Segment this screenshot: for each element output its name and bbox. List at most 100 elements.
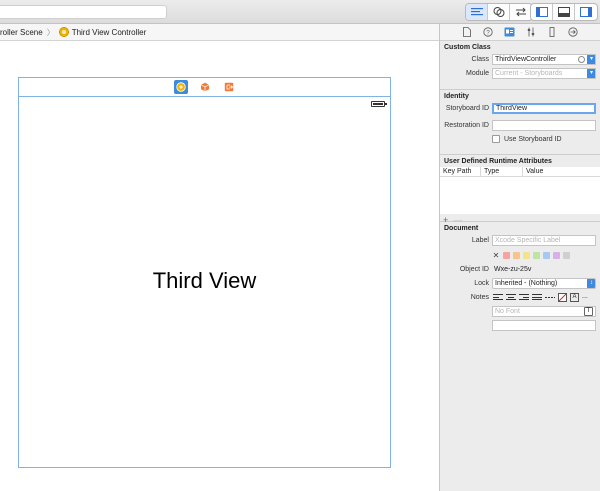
window-toolbar [0, 0, 600, 24]
lock-row: Lock Inherited - (Nothing) ↕ [440, 277, 600, 291]
connections-arrow-icon [568, 27, 578, 37]
view-controller-icon [175, 82, 186, 92]
breadcrumb-separator: 〉 [46, 27, 55, 37]
doc-label-field[interactable]: Xcode Specific Label [492, 235, 596, 246]
toggle-debug-area-button[interactable] [553, 4, 575, 20]
align-center-icon[interactable] [506, 293, 516, 301]
jump-bar: roller Scene 〉 Third View Controller [0, 24, 439, 41]
align-left-icon[interactable] [493, 293, 503, 301]
breadcrumb-view-controller[interactable]: Third View Controller [58, 27, 147, 37]
align-justify-icon[interactable] [532, 293, 542, 301]
doc-label-placeholder: Xcode Specific Label [495, 237, 561, 244]
module-label: Module [466, 70, 489, 77]
font-placeholder: No Font [495, 308, 520, 315]
debug-panel-icon [557, 7, 570, 17]
background-color-icon[interactable]: A [570, 293, 579, 302]
view-controller-dock-button[interactable] [173, 80, 188, 94]
module-dropdown-chevron-icon[interactable]: ▾ [587, 69, 595, 78]
notes-text-area[interactable] [492, 320, 596, 331]
standard-editor-icon [470, 8, 483, 16]
label-color-orange[interactable] [513, 252, 520, 259]
version-editor-button[interactable] [510, 4, 532, 20]
toggle-utilities-button[interactable] [575, 4, 597, 20]
activity-field [0, 5, 167, 19]
inspector-tabs: ? [440, 24, 600, 41]
notes-font-field[interactable]: No Font T [492, 306, 596, 317]
label-color-purple[interactable] [553, 252, 560, 259]
storyboard-id-row: Storyboard ID ThirdView [440, 102, 600, 116]
document-title: Document [444, 225, 479, 232]
label-color-picker: ✕ [492, 251, 570, 260]
tab-connections-inspector[interactable] [567, 26, 579, 38]
column-value[interactable]: Value [523, 167, 600, 176]
file-icon [462, 27, 471, 37]
breadcrumb-scene[interactable]: roller Scene [0, 28, 43, 37]
notes-format-bar: A ... [493, 293, 588, 302]
tab-quick-help[interactable]: ? [482, 26, 494, 38]
identity-title: Identity [444, 93, 469, 100]
storyboard-id-value: ThirdView [496, 105, 527, 112]
editor-mode-control [465, 3, 533, 21]
assistant-editor-button[interactable] [488, 4, 510, 20]
doc-label-label: Label [471, 237, 489, 244]
storyboard-canvas[interactable]: Third View [0, 41, 439, 491]
class-dropdown-chevron-icon[interactable]: ▾ [587, 55, 595, 64]
version-editor-icon [516, 7, 526, 17]
class-jump-icon[interactable] [578, 56, 585, 63]
scene-dock [19, 78, 390, 97]
assistant-editor-icon [493, 7, 504, 17]
column-type[interactable]: Type [481, 167, 523, 176]
class-label: Class [471, 56, 489, 63]
notes-label: Notes [470, 294, 489, 301]
utilities-panel-icon [580, 7, 592, 17]
lock-dropdown-chevron-icon[interactable]: ↕ [587, 279, 595, 288]
label-color-gray[interactable] [563, 252, 570, 259]
align-right-icon[interactable] [519, 293, 529, 301]
align-natural-icon[interactable] [545, 293, 555, 301]
attributes-slider-icon [527, 27, 534, 37]
object-id-label: Object ID [459, 266, 489, 273]
storyboard-id-field[interactable]: ThirdView [492, 103, 596, 114]
tab-file-inspector[interactable] [461, 26, 473, 38]
font-picker-button[interactable]: T [584, 307, 593, 316]
view-controller-scene[interactable]: Third View [18, 77, 391, 468]
clear-color-icon[interactable]: ✕ [492, 251, 500, 260]
lock-value: Inherited - (Nothing) [495, 280, 558, 287]
text-color-icon[interactable] [558, 293, 567, 302]
label-color-yellow[interactable] [523, 252, 530, 259]
restoration-id-row: Restoration ID [440, 119, 600, 133]
label-color-red[interactable] [503, 252, 510, 259]
standard-editor-button[interactable] [466, 4, 488, 20]
custom-class-title: Custom Class [444, 44, 491, 51]
identity-section: Identity Storyboard ID ThirdView Restora… [440, 90, 600, 155]
label-color-row: ✕ [440, 249, 600, 263]
module-combobox[interactable]: Current - Storyboards ▾ [492, 68, 596, 79]
column-key-path[interactable]: Key Path [440, 167, 481, 176]
tab-size-inspector[interactable] [546, 26, 558, 38]
exit-dock-button[interactable] [222, 80, 236, 94]
use-storyboard-id-checkbox[interactable] [492, 135, 500, 143]
first-responder-cube-icon [200, 82, 209, 92]
first-responder-dock-button[interactable] [198, 80, 212, 94]
navigator-panel-icon [535, 7, 548, 17]
tab-identity-inspector[interactable] [503, 26, 515, 38]
class-row: Class ThirdViewController ▾ [440, 53, 600, 67]
identity-card-icon [504, 27, 515, 37]
breadcrumb-view-controller-label: Third View Controller [71, 27, 147, 37]
tab-attributes-inspector[interactable] [525, 26, 537, 38]
module-placeholder: Current - Storyboards [495, 70, 563, 77]
label-color-green[interactable] [533, 252, 540, 259]
toggle-navigator-button[interactable] [531, 4, 553, 20]
exit-icon [224, 82, 233, 92]
more-format-button[interactable]: ... [582, 293, 588, 302]
label-color-blue[interactable] [543, 252, 550, 259]
lock-popup[interactable]: Inherited - (Nothing) ↕ [492, 278, 596, 289]
class-combobox[interactable]: ThirdViewController ▾ [492, 54, 596, 65]
lock-label: Lock [474, 280, 489, 287]
font-row: No Font T [440, 305, 600, 319]
third-view-label[interactable]: Third View [19, 268, 390, 294]
document-section: Document Label Xcode Specific Label ✕ Ob… [440, 222, 600, 333]
runtime-attributes-table[interactable] [440, 177, 600, 214]
use-storyboard-id-row: Use Storyboard ID [440, 133, 600, 147]
restoration-id-field[interactable] [492, 120, 596, 131]
